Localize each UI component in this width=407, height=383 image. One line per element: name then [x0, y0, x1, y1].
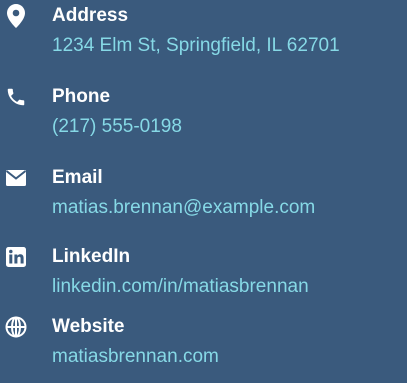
contact-label-email: Email — [52, 167, 103, 188]
contact-label-phone: Phone — [52, 86, 111, 107]
globe-icon — [3, 314, 29, 340]
linkedin-icon — [3, 244, 29, 270]
phone-icon — [3, 84, 29, 110]
contact-item-address: Address 1234 Elm St, Springfield, IL 627… — [0, 3, 407, 63]
contact-label-website: Website — [52, 316, 125, 337]
contact-value-address: 1234 Elm St, Springfield, IL 62701 — [52, 35, 340, 56]
contact-item-phone: Phone (217) 555-0198 — [0, 84, 407, 144]
envelope-icon — [3, 165, 29, 191]
contact-label-linkedin: LinkedIn — [52, 246, 131, 267]
contact-item-website: Website matiasbrennan.com — [0, 314, 407, 374]
website-link[interactable]: matiasbrennan.com — [52, 344, 219, 370]
map-marker-icon — [3, 3, 29, 29]
linkedin-link[interactable]: linkedin.com/in/matiasbrennan — [52, 274, 309, 300]
contact-value-phone: (217) 555-0198 — [52, 116, 182, 137]
contact-label-address: Address — [52, 5, 129, 26]
contact-list: Address 1234 Elm St, Springfield, IL 627… — [0, 0, 407, 383]
email-link[interactable]: matias.brennan@example.com — [52, 195, 315, 221]
contact-item-email: Email matias.brennan@example.com — [0, 165, 407, 225]
contact-item-linkedin: LinkedIn linkedin.com/in/matiasbrennan — [0, 244, 407, 304]
